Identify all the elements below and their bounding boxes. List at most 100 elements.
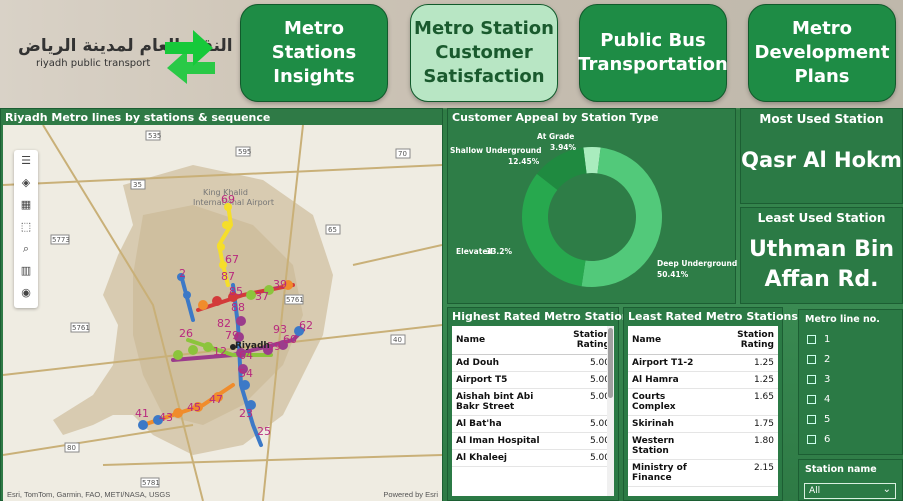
nav-customer-satisfaction[interactable]: Metro Station Customer Satisfaction [410,4,558,102]
col-rating[interactable]: Station Rating [711,326,778,355]
station-number: 85 [229,285,243,298]
road-label: 5781 [142,479,160,487]
map-powered-by[interactable]: Powered by Esri [383,490,438,499]
grid-icon[interactable]: ▦ [14,194,38,216]
donut-slice-elevated[interactable] [522,173,586,287]
table-scrollbar[interactable] [607,326,614,496]
table-row[interactable]: Courts Complex 1.65 [628,388,778,416]
donut-value-shallow: 12.45% [508,157,540,166]
donut-value-deep: 50.41% [657,270,689,279]
kpi-most-value: Qasr Al Hokm [741,148,902,172]
road-label: 80 [67,444,76,452]
kpi-least-value: Uthman Bin Affan Rd. [748,237,895,292]
transport-arrows-icon [165,30,215,84]
station-number: 87 [221,270,235,283]
table-row[interactable]: Ad Douh 5.00 [452,354,614,372]
select-icon[interactable]: ⬚ [14,216,38,238]
road-label: 35 [133,181,142,189]
donut-value-elevated: 33.2% [486,247,513,256]
map-title: Riyadh Metro lines by stations & sequenc… [5,111,271,124]
station-number: 67 [225,253,239,266]
checkbox[interactable] [807,334,816,344]
city-label: Riyadh [235,341,270,351]
slicer-item-6[interactable]: 6 [799,429,902,449]
station-number: 45 [187,401,201,414]
logo-english-text: riyadh public transport [36,58,151,69]
kpi-most-title: Most Used Station [759,112,884,126]
slicer-title: Metro line no. [805,314,880,325]
map-canvas[interactable]: 35 535 595 65 70 5761 40 80 5773 5761 57… [3,125,442,501]
checkbox[interactable] [807,354,816,364]
station-number: 37 [255,290,269,303]
donut-label-shallow: Shallow Underground [450,146,542,155]
donut-chart[interactable]: At Grade 3.94% Shallow Underground 12.45… [448,125,737,303]
station-number: 39 [273,278,287,291]
table-row[interactable]: Al Hamra 1.25 [628,371,778,389]
slicer-item-2[interactable]: 2 [799,349,902,369]
table-row[interactable]: Airport T5 5.00 [452,371,614,389]
least-rated-panel: Least Rated Metro Stations Name Station … [623,307,798,501]
nav-public-bus-transportation[interactable]: Public Bus Transportation [578,4,728,102]
slicer-item-5[interactable]: 5 [799,409,902,429]
map-panel: Riyadh Metro lines by stations & sequenc… [0,108,443,501]
road-label: 5761 [286,296,304,304]
table-row[interactable]: Al Iman Hospital 5.00 [452,432,614,450]
nav-metro-development-plans[interactable]: Metro Development Plans [748,4,896,102]
chevron-down-icon: ⌄ [882,484,891,495]
donut-title: Customer Appeal by Station Type [452,111,659,124]
table-row[interactable]: Airport T1-2 1.25 [628,354,778,372]
checkbox[interactable] [807,374,816,384]
station-dropdown[interactable]: All ⌄ [804,483,896,499]
table-row[interactable]: Al Khaleej 5.00 [452,449,614,467]
riyadh-metro-map[interactable]: 35 535 595 65 70 5761 40 80 5773 5761 57… [3,125,442,501]
station-number: 41 [135,407,149,420]
table-row[interactable]: Ministry of Finance 2.15 [628,459,778,487]
user-icon[interactable]: ◉ [14,282,38,304]
checkbox[interactable] [807,434,816,444]
layers-icon[interactable]: ◈ [14,172,38,194]
col-rating[interactable]: Station Rating [550,326,614,355]
station-number: 62 [299,319,313,332]
road-label: 595 [238,148,251,156]
table-row[interactable]: Western Station 1.80 [628,432,778,460]
search-icon[interactable]: ⌕ [14,238,38,260]
station-name-slicer: Station name All ⌄ [798,459,903,501]
slicer-item-4[interactable]: 4 [799,389,902,409]
map-attribution: Esri, TomTom, Garmin, FAO, METI/NASA, US… [7,490,171,499]
station-number: 47 [209,393,223,406]
station-number: 26 [179,327,193,340]
station-number: 43 [159,411,173,424]
road-label: 65 [328,226,337,234]
menu-icon[interactable]: ☰ [14,150,38,172]
table-row[interactable]: Skirinah 1.75 [628,415,778,433]
donut-label-deep: Deep Underground [657,259,737,268]
road-label: 5773 [52,236,70,244]
table-row[interactable]: Aishah bint Abi Bakr Street 5.00 [452,388,614,416]
nav-metro-stations-insights[interactable]: Metro Stations Insights [240,4,388,102]
lowest-title: Least Rated Metro Stations [628,310,798,323]
station-number: 54 [239,367,253,380]
road-label: 5761 [72,324,90,332]
kpi-least-used: Least Used Station Uthman Bin Affan Rd. [740,207,903,304]
legend-icon[interactable]: ▥ [14,260,38,282]
checkbox[interactable] [807,394,816,404]
station-number: 69 [221,193,235,206]
table-row[interactable]: Al Bat'ha 5.00 [452,415,614,433]
slicer-item-3[interactable]: 3 [799,369,902,389]
kpi-most-used: Most Used Station Qasr Al Hokm [740,108,903,204]
road-label: 535 [148,132,161,140]
col-name[interactable]: Name [628,326,712,355]
map-toolbar: ☰ ◈ ▦ ⬚ ⌕ ▥ ◉ [14,150,38,308]
station-number: 60 [283,333,297,346]
road-label: 70 [398,150,407,158]
highest-table[interactable]: Name Station Rating Ad Douh 5.00 Airport … [452,326,614,496]
metro-line-slicer: Metro line no. 1 2 3 4 5 6 [798,309,903,455]
slicer-item-1[interactable]: 1 [799,329,902,349]
station-slicer-title: Station name [805,464,877,475]
donut-value-at-grade: 3.94% [550,143,577,152]
road-label: 40 [393,336,402,344]
station-number: 12 [213,345,227,358]
col-name[interactable]: Name [452,326,551,355]
checkbox[interactable] [807,414,816,424]
lowest-table[interactable]: Name Station Rating Airport T1-2 1.25 Al … [628,326,778,496]
